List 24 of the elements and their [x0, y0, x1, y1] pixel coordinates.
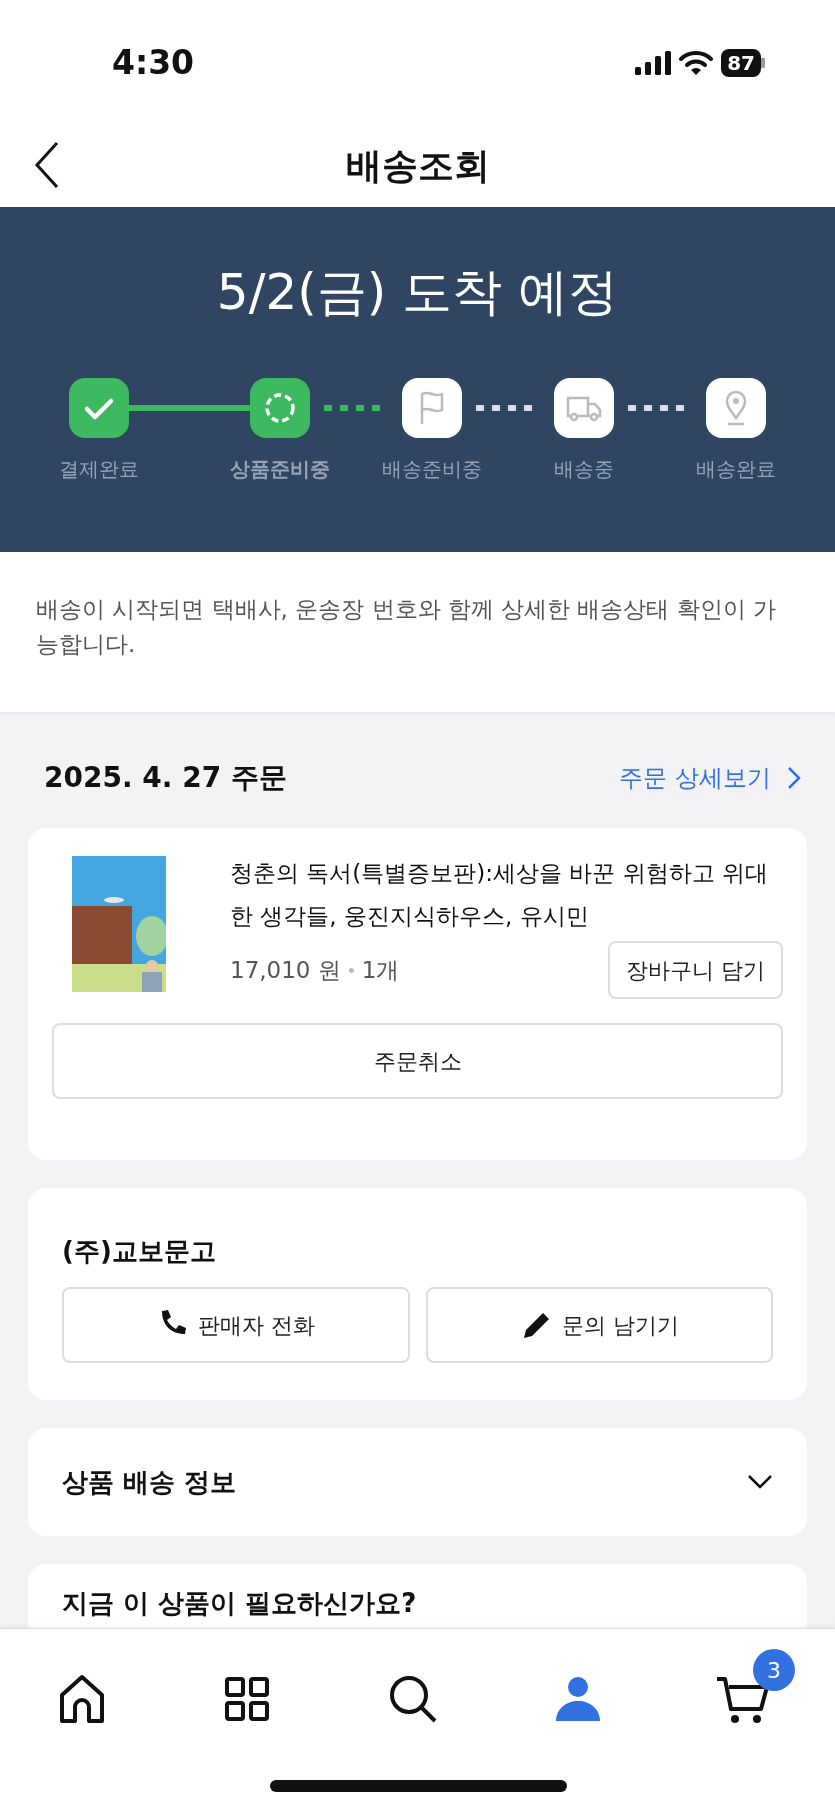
- seller-name: (주)교보문고: [62, 1235, 217, 1268]
- product-quantity: 1개: [361, 955, 400, 985]
- product-title: 청춘의 독서(특별증보판):세상을 바꾼 위험하고 위대한 생각들, 웅진지식하우스, 유시민: [230, 859, 769, 931]
- status-time: 4:30: [112, 41, 195, 84]
- step-label: 상품준비중: [230, 456, 330, 483]
- notice-text: 배송이 시작되면 택배사, 운송장 번호와 함께 상세한 배송상태 확인이 가능합니다.: [36, 595, 778, 659]
- cancel-order-button[interactable]: 주문취소: [52, 1023, 783, 1100]
- cart-count-badge: 3: [753, 1649, 795, 1691]
- shipping-info-header[interactable]: 상품 배송 정보: [28, 1428, 807, 1536]
- product-price: 17,010 원: [230, 955, 341, 985]
- seller-action-button[interactable]: 문의 남기기: [425, 1287, 773, 1363]
- step-label: 배송준비중: [382, 456, 482, 483]
- seller-action-button[interactable]: 판매자 전화: [62, 1287, 410, 1363]
- section-title: 상품 배송 정보: [62, 1465, 237, 1499]
- step-label: 배송중: [554, 456, 614, 483]
- add-to-cart-button[interactable]: 장바구니 담기: [608, 941, 783, 1000]
- step-label: 배송완료: [696, 456, 776, 483]
- order-date: 2025. 4. 27 주문: [44, 760, 287, 796]
- battery-level: 87: [721, 48, 761, 77]
- page-title: 배송조회: [345, 144, 490, 188]
- step-label: 결제완료: [59, 456, 139, 483]
- order-detail-link[interactable]: 주문 상세보기: [619, 760, 801, 796]
- section-title: 지금 이 상품이 필요하신가요?: [62, 1587, 418, 1620]
- arrival-title: 5/2(금) 도착 예정: [215, 262, 620, 323]
